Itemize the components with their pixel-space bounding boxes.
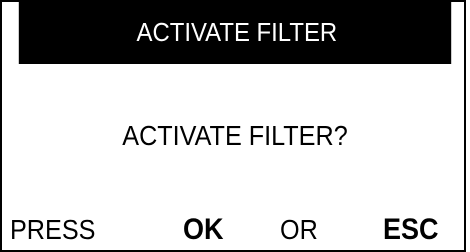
esc-key-label[interactable]: ESC [383,210,439,250]
prompt-or-text: OR [280,214,318,245]
dialog-title-bar: ACTIVATE FILTER [18,0,452,64]
prompt-press-text: PRESS [10,214,96,245]
confirmation-question: ACTIVATE FILTER? [122,120,348,151]
key-prompt: PRESS OK OR ESC [0,210,470,250]
dialog-title: ACTIVATE FILTER [136,16,338,47]
ok-key-label[interactable]: OK [183,210,224,250]
